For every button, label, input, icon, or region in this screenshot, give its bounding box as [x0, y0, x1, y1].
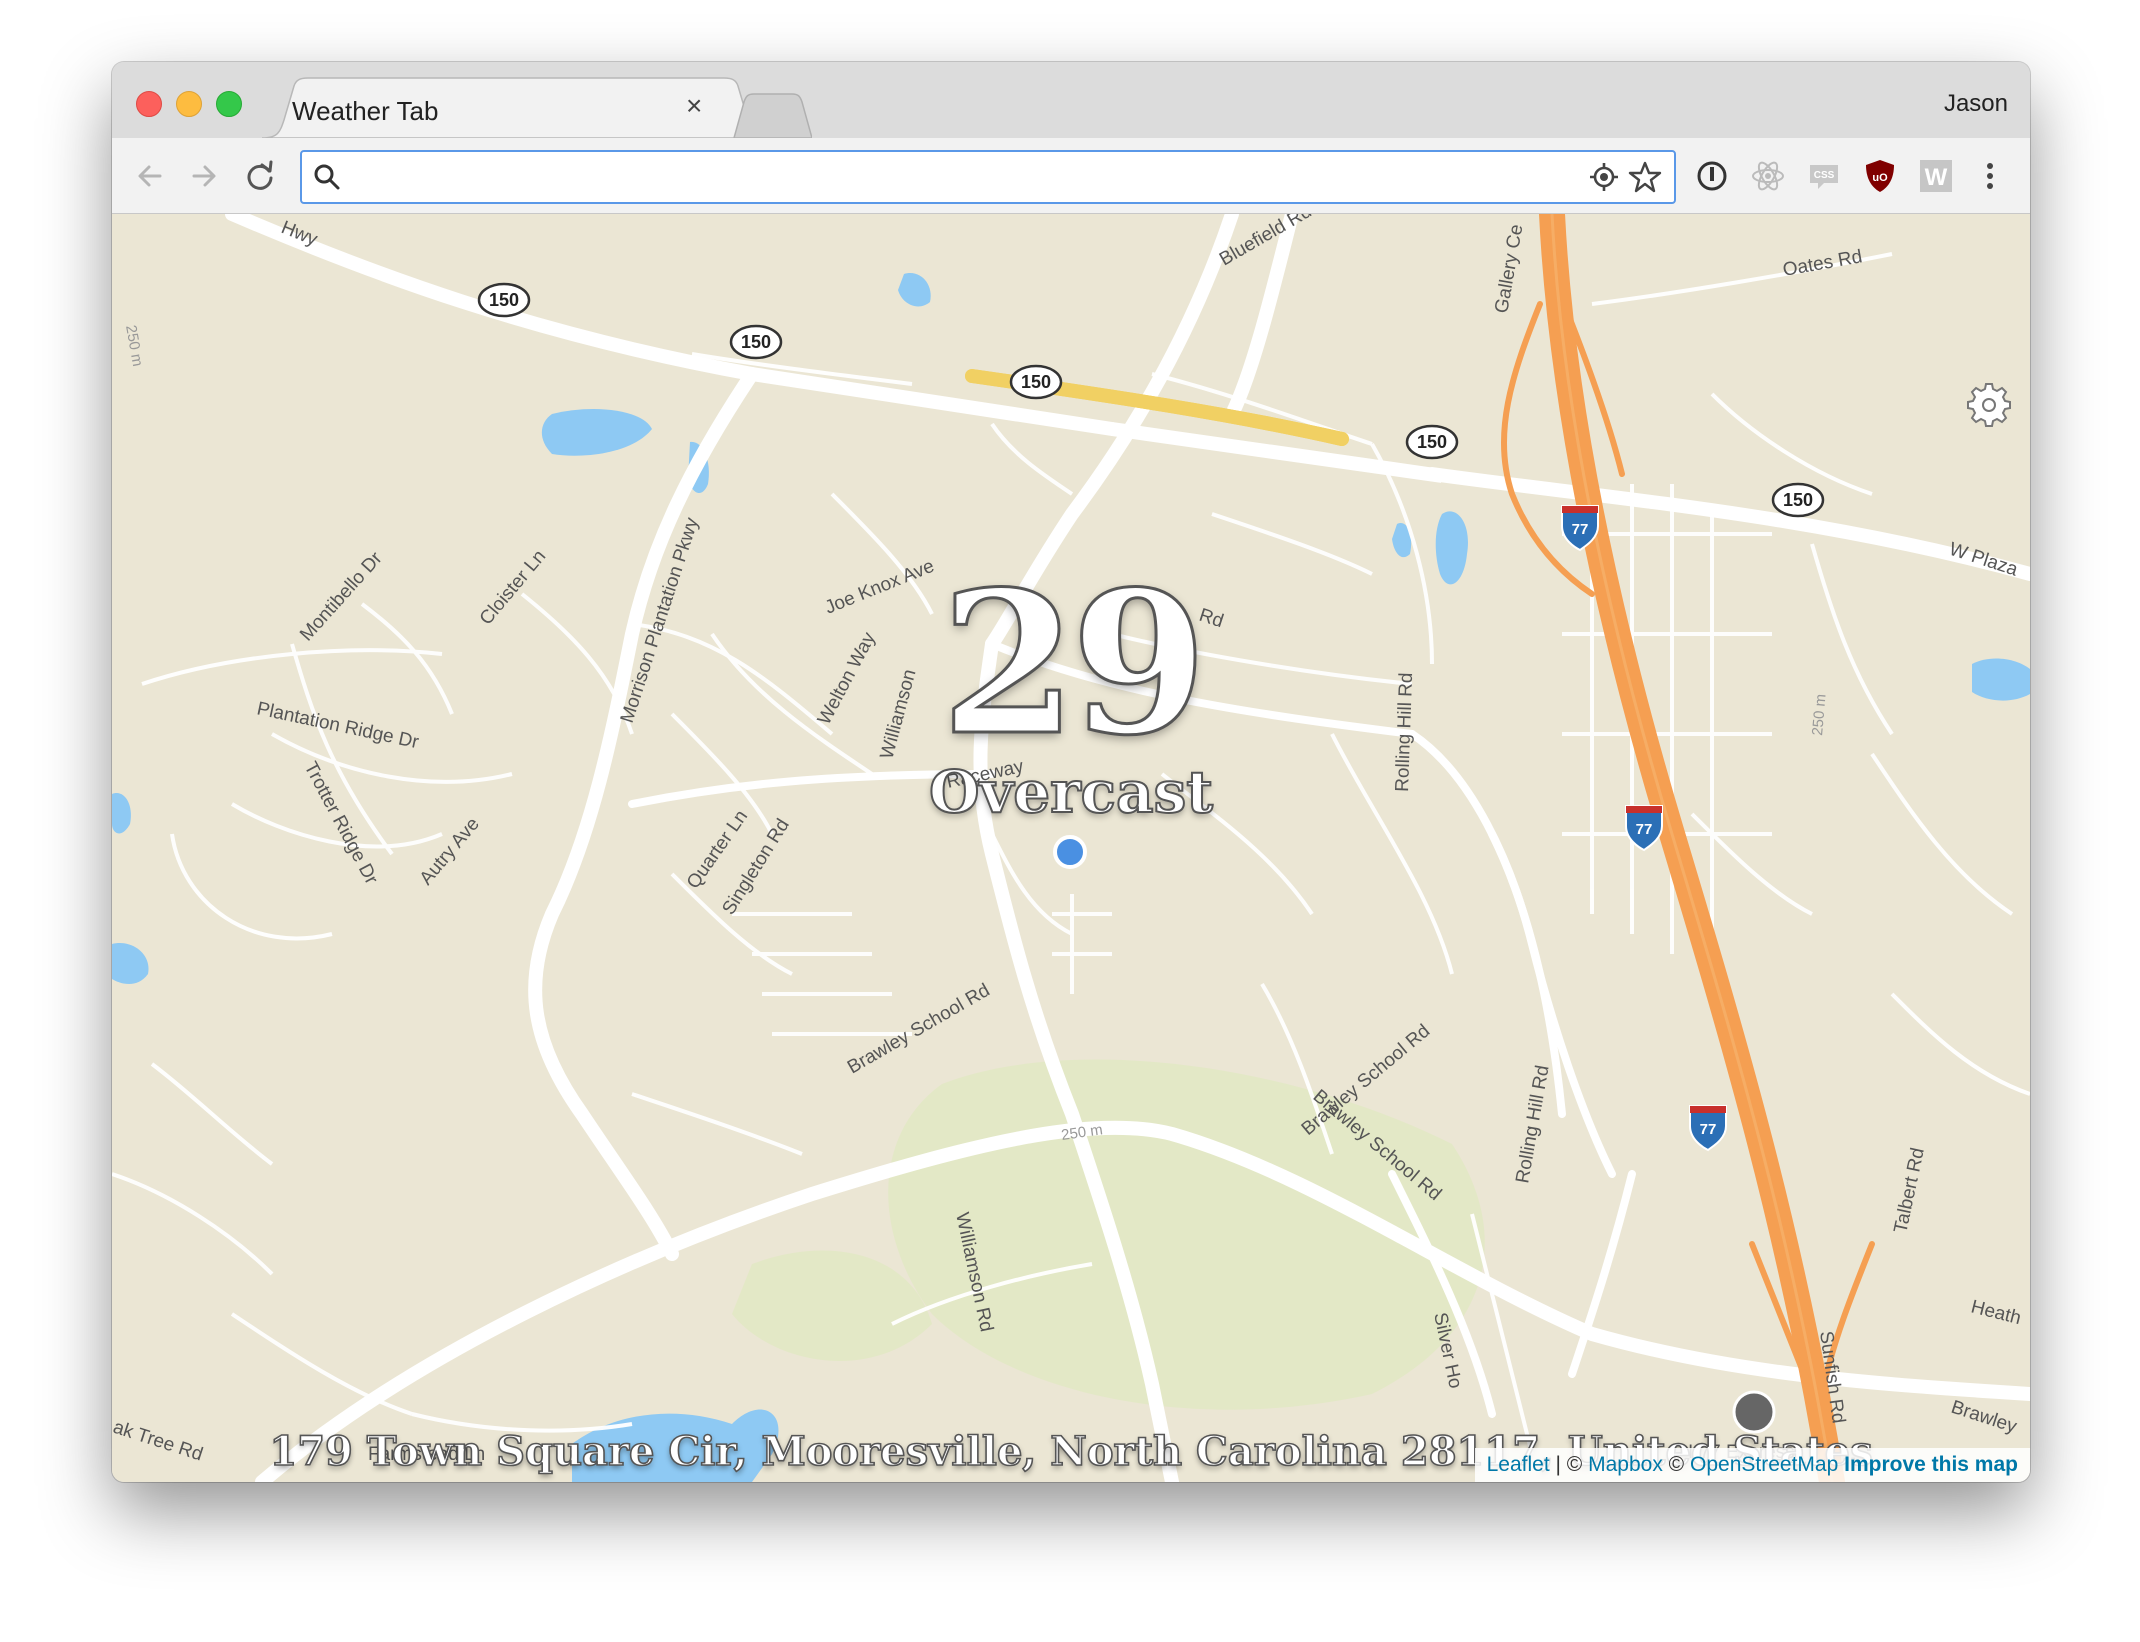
map-view[interactable]: Hwy Bluefield Rd Gallery Ce Oates Rd W P…	[112, 214, 2030, 1482]
tab-title: Weather Tab	[292, 96, 439, 126]
leaflet-link[interactable]: Leaflet	[1487, 1453, 1550, 1476]
map-tiles: Hwy Bluefield Rd Gallery Ce Oates Rd W P…	[112, 214, 2030, 1482]
search-icon	[314, 164, 340, 190]
route-shield: 150	[1771, 482, 1825, 518]
toll-marker-icon	[1732, 1390, 1776, 1434]
svg-text:CSS: CSS	[1814, 170, 1835, 181]
route-shield: 150	[1009, 364, 1063, 400]
svg-text:150: 150	[1783, 490, 1813, 510]
interstate-77	[1500, 214, 1875, 1482]
road-label-heath: Heath	[1969, 1296, 2023, 1329]
settings-gear-icon[interactable]	[1966, 382, 2012, 428]
address-input[interactable]	[350, 158, 1594, 196]
svg-text:150: 150	[1021, 372, 1051, 392]
profile-name[interactable]: Jason	[1944, 90, 2008, 118]
road-label-oates: Oates Rd	[1781, 246, 1864, 281]
new-tab-button[interactable]	[733, 93, 812, 138]
openstreetmap-link[interactable]: OpenStreetMap	[1690, 1453, 1838, 1476]
bookmark-star-icon[interactable]	[1628, 160, 1662, 194]
svg-text:150: 150	[489, 290, 519, 310]
route-shield: 150	[1405, 424, 1459, 460]
route-150	[1111, 422, 1443, 483]
map-attribution: Leaflet | © Mapbox © OpenStreetMap Impro…	[1474, 1448, 2030, 1482]
svg-text:77: 77	[1572, 521, 1589, 538]
mapbox-link[interactable]: Mapbox	[1588, 1453, 1663, 1476]
wikipedia-w-icon[interactable]: W	[1916, 156, 1956, 196]
react-devtools-icon[interactable]	[1748, 156, 1788, 196]
attribution-separator: | ©	[1549, 1453, 1589, 1476]
temperature-readout: 29	[939, 549, 1209, 779]
svg-text:150: 150	[741, 332, 771, 352]
svg-text:77: 77	[1700, 1121, 1717, 1138]
location-target-icon[interactable]	[1588, 161, 1620, 193]
tab-shapes	[261, 77, 812, 138]
menu-kebab-icon[interactable]	[1970, 156, 2010, 196]
reload-icon[interactable]	[240, 156, 280, 196]
ublock-shield-icon[interactable]: uO	[1860, 156, 1900, 196]
back-arrow-icon[interactable]	[130, 156, 170, 196]
weather-condition: Overcast	[928, 758, 1214, 826]
route-shield: 150	[477, 282, 531, 318]
browser-window: Weather Tab × Jason CSS uO W Hwy Bluefie…	[112, 62, 2030, 1482]
password-manager-icon[interactable]	[1692, 156, 1732, 196]
pond	[898, 273, 931, 307]
route-shield: 150	[729, 324, 783, 360]
svg-text:uO: uO	[1872, 172, 1888, 184]
current-location-dot[interactable]	[1053, 835, 1087, 869]
improve-map-link[interactable]: Improve this map	[1844, 1453, 2018, 1476]
park-area-2	[732, 1250, 932, 1362]
address-bar[interactable]	[300, 150, 1676, 204]
elevation-label-1: 250 m	[122, 324, 146, 368]
svg-text:W: W	[1925, 164, 1948, 191]
toolbar: CSS uO W	[112, 138, 2030, 214]
css-viewer-icon[interactable]: CSS	[1804, 156, 1844, 196]
lake-edge-2	[112, 943, 149, 984]
road-label-gallery: Gallery Ce	[1491, 223, 1527, 315]
interstate-shield: 77	[1689, 1105, 1727, 1152]
lake	[541, 409, 652, 456]
road-label-autry: Autry Ave	[416, 814, 484, 890]
tab-close-icon[interactable]: ×	[686, 92, 702, 120]
attribution-separator: ©	[1662, 1453, 1690, 1476]
road-label-talbert: Talbert Rd	[1890, 1146, 1929, 1235]
road-label-rolling-hill-south: Rolling Hill Rd	[1512, 1064, 1553, 1185]
tab-strip: Weather Tab × Jason	[112, 62, 2030, 138]
svg-text:150: 150	[1417, 432, 1447, 452]
forward-arrow-icon[interactable]	[184, 156, 224, 196]
